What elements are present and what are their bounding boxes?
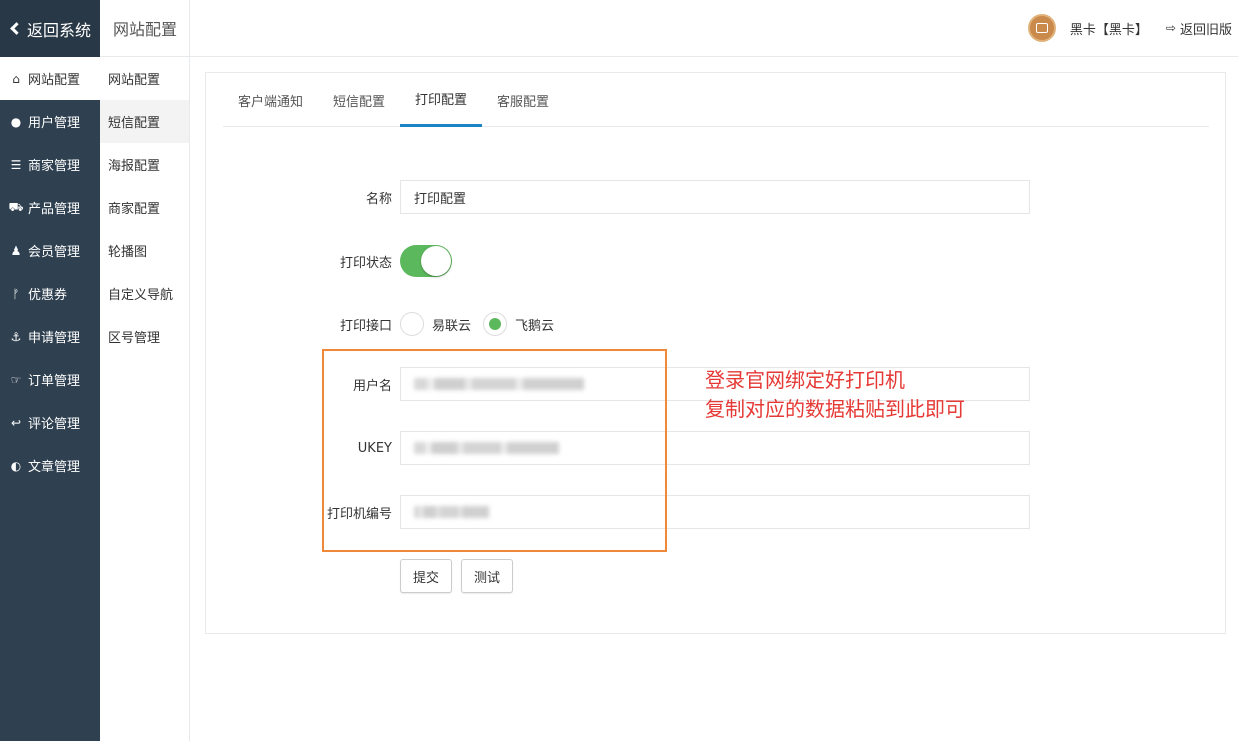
sidebar-item-comments[interactable]: ↩ 评论管理 (0, 401, 100, 444)
annotation-line-1: 登录官网绑定好打印机 (705, 368, 905, 392)
chevron-left-icon (10, 22, 23, 35)
old-version-label: 返回旧版 (1179, 22, 1232, 38)
actions-row: 提交 测试 (400, 559, 522, 593)
annotation-line-2: 复制对应的数据粘贴到此即可 (705, 397, 965, 421)
tab-service-config[interactable]: 客服配置 (482, 73, 564, 127)
main-sidebar: 返回系统 ⌂ 网站配置 ● 用户管理 ☰ 商家管理 ⛟ 产品管理 ♟ 会员管理 … (0, 0, 100, 741)
adjust-icon: ◐ (10, 458, 22, 473)
config-tabs: 客户端通知 短信配置 打印配置 客服配置 (223, 73, 1209, 127)
user-icon: ● (10, 114, 22, 129)
sidebar-item-label: 评论管理 (28, 417, 81, 432)
top-header: 黑卡【黑卡】 ⇨ 返回旧版 (190, 0, 1238, 57)
sidebar-item-articles[interactable]: ◐ 文章管理 (0, 444, 100, 487)
subnav-item-poster-config[interactable]: 海报配置 (100, 143, 189, 186)
user-name[interactable]: 黑卡【黑卡】 (1070, 19, 1148, 38)
home-icon: ⌂ (12, 71, 20, 86)
tab-print-config[interactable]: 打印配置 (400, 73, 483, 127)
annotation-text: 登录官网绑定好打印机 复制对应的数据粘贴到此即可 (705, 366, 965, 424)
sidebar-item-label: 优惠券 (28, 288, 68, 303)
test-button[interactable]: 测试 (461, 559, 514, 593)
status-row: 打印状态 (302, 245, 452, 277)
interface-label: 打印接口 (339, 318, 392, 334)
tab-sms-config[interactable]: 短信配置 (318, 73, 400, 127)
submit-button[interactable]: 提交 (400, 559, 453, 593)
name-label: 名称 (365, 191, 392, 207)
sidebar-item-orders[interactable]: ☞ 订单管理 (0, 358, 100, 401)
subnav-item-carousel[interactable]: 轮播图 (100, 229, 189, 272)
sidebar-item-label: 网站配置 (28, 73, 81, 88)
sidebar-item-products[interactable]: ⛟ 产品管理 (0, 186, 100, 229)
subnav-item-custom-nav[interactable]: 自定义导航 (100, 272, 189, 315)
old-version-link[interactable]: ⇨ 返回旧版 (1166, 19, 1232, 38)
sidebar-item-members[interactable]: ♟ 会员管理 (0, 229, 100, 272)
radio-label-feieyun: 飞鹅云 (515, 318, 555, 334)
hand-icon: ☞ (10, 372, 22, 387)
sidebar-item-label: 用户管理 (28, 116, 81, 131)
name-row: 名称 打印配置 (302, 180, 1030, 214)
sign-out-icon: ⇨ (1165, 21, 1176, 35)
tab-client-notify[interactable]: 客户端通知 (223, 73, 318, 127)
radio-dot (489, 318, 502, 330)
interface-row: 打印接口 易联云 飞鹅云 (302, 312, 566, 336)
sidebar-item-users[interactable]: ● 用户管理 (0, 100, 100, 143)
sub-navigation: 网站配置 网站配置 短信配置 海报配置 商家配置 轮播图 自定义导航 区号管理 (100, 0, 190, 741)
subnav-item-area-code[interactable]: 区号管理 (100, 315, 189, 358)
reply-icon: ↩ (10, 415, 22, 430)
avatar[interactable] (1027, 14, 1056, 42)
sidebar-item-label: 申请管理 (28, 331, 81, 346)
sidebar-item-merchants[interactable]: ☰ 商家管理 (0, 143, 100, 186)
sidebar-item-label: 会员管理 (28, 245, 81, 260)
sidebar-item-applications[interactable]: ⚓ 申请管理 (0, 315, 100, 358)
sidebar-item-label: 文章管理 (28, 460, 81, 475)
subnav-item-sms-config[interactable]: 短信配置 (100, 100, 189, 143)
sidebar-item-label: 订单管理 (28, 374, 81, 389)
radio-yilianyun[interactable] (400, 312, 424, 336)
print-status-toggle[interactable] (400, 245, 452, 277)
sidebar-item-coupons[interactable]: ᚠ 优惠券 (0, 272, 100, 315)
annotation-box (322, 349, 667, 552)
server-icon: ☰ (10, 157, 22, 172)
radio-label-yilianyun: 易联云 (432, 318, 472, 334)
subnav-item-merchant-config[interactable]: 商家配置 (100, 186, 189, 229)
back-to-system-button[interactable]: 返回系统 (0, 0, 100, 57)
cart-icon: ⛟ (8, 199, 24, 214)
sidebar-item-site-config[interactable]: ⌂ 网站配置 (0, 57, 100, 100)
status-label: 打印状态 (339, 255, 392, 271)
name-input[interactable]: 打印配置 (400, 180, 1030, 214)
sidebar-item-label: 产品管理 (28, 202, 81, 217)
member-icon: ♟ (10, 243, 22, 258)
anchor-icon: ⚓ (10, 329, 22, 344)
back-label: 返回系统 (27, 20, 92, 40)
subnav-item-site-config[interactable]: 网站配置 (100, 57, 189, 100)
radio-feieyun[interactable] (483, 312, 508, 336)
sidebar-item-label: 商家管理 (28, 159, 81, 174)
subnav-title: 网站配置 (100, 0, 189, 57)
branch-icon: ᚠ (12, 286, 20, 301)
card-icon (1035, 23, 1048, 33)
toggle-knob (421, 246, 451, 276)
